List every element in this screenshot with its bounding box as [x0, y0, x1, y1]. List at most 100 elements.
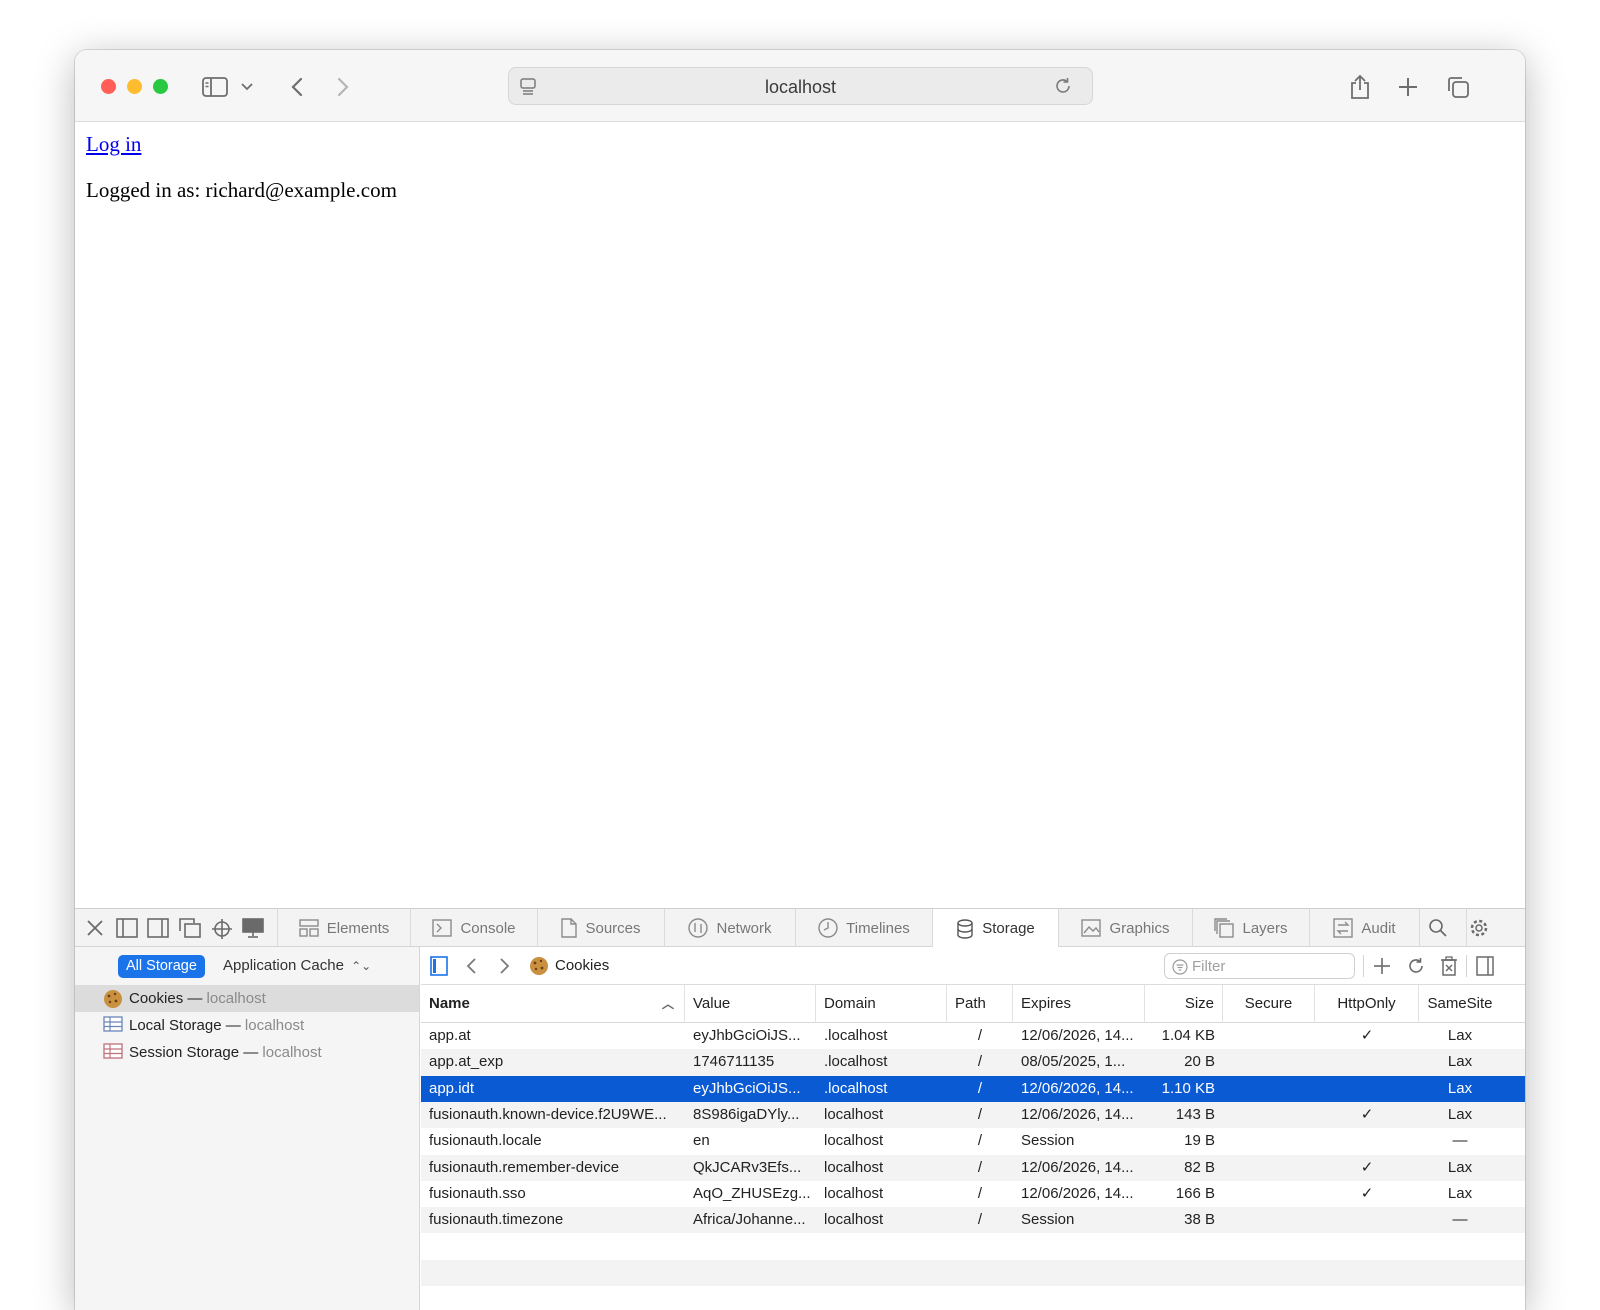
chevron-down-icon[interactable] — [235, 70, 259, 104]
tab-console[interactable]: Console — [411, 909, 538, 947]
toggle-navigation-sidebar-icon[interactable] — [430, 956, 452, 976]
tab-storage[interactable]: Storage — [933, 909, 1059, 948]
timelines-icon — [818, 918, 838, 938]
column-header-path[interactable]: Path — [947, 985, 1013, 1023]
cell-samesite: Lax — [1447, 1027, 1473, 1044]
tab-audit[interactable]: Audit — [1310, 909, 1420, 947]
tab-sources[interactable]: Sources — [538, 909, 665, 947]
cell-name: fusionauth.remember-device — [429, 1158, 620, 1176]
cell-path: / — [977, 1027, 983, 1044]
tab-timelines[interactable]: Timelines — [796, 909, 933, 947]
sidebar-item-local-storage[interactable]: Local Storage — localhost — [75, 1012, 419, 1039]
cell-samesite: Lax — [1447, 1158, 1473, 1176]
tab-label: Audit — [1361, 919, 1396, 937]
table-row[interactable]: app.idt eyJhbGciOiJS... .localhost / 12/06/2… — [421, 1075, 1525, 1102]
element-picker-icon[interactable] — [211, 918, 233, 939]
audit-icon — [1333, 918, 1354, 938]
cell-name: app.at_exp — [429, 1053, 504, 1071]
share-icon[interactable] — [1343, 70, 1377, 104]
gear-icon[interactable] — [1466, 909, 1488, 947]
tab-overview-icon[interactable] — [1441, 70, 1475, 104]
browser-window: localhost Log in Logged in as: richard@e… — [75, 50, 1525, 1310]
table-header: Name ︿ Value Domain Path Expires Size Sec… — [421, 985, 1525, 1023]
divider — [1363, 955, 1364, 977]
cell-httponly: ✓ — [1360, 1027, 1374, 1044]
cell-httponly: ✓ — [1360, 1105, 1374, 1123]
cell-httponly — [1315, 1207, 1419, 1233]
back-icon[interactable] — [280, 70, 314, 104]
table-icon — [103, 1016, 123, 1036]
tab-graphics[interactable]: Graphics — [1059, 909, 1193, 947]
column-header-samesite[interactable]: SameSite — [1419, 985, 1501, 1023]
back-icon[interactable] — [465, 956, 487, 976]
sidebar-item-session-storage[interactable]: Session Storage — localhost — [75, 1039, 419, 1066]
cell-samesite: Lax — [1447, 1053, 1473, 1071]
table-row[interactable]: fusionauth.locale en localhost / Session 19 B… — [421, 1128, 1525, 1154]
sidebar-item-cookies[interactable]: Cookies — localhost — [75, 985, 419, 1012]
cell-secure — [1223, 1076, 1315, 1102]
table-row[interactable]: fusionauth.timezone Africa/Johanne... loca… — [421, 1207, 1525, 1234]
close-inspector-icon[interactable] — [85, 918, 107, 938]
column-header-domain[interactable]: Domain — [816, 985, 947, 1023]
table-row[interactable]: fusionauth.known-device.f2U9WE... 8S986ig… — [421, 1101, 1525, 1129]
tab-label: Timelines — [846, 919, 910, 937]
search-icon[interactable] — [1428, 918, 1450, 938]
table-row[interactable]: fusionauth.remember-device QkJCARv3Efs...… — [421, 1154, 1525, 1181]
filter-field[interactable]: Filter — [1164, 953, 1355, 979]
refresh-icon[interactable] — [1406, 956, 1428, 976]
login-link[interactable]: Log in — [86, 132, 141, 157]
cell-size: 20 B — [1184, 1053, 1215, 1071]
column-header-value[interactable]: Value — [685, 985, 816, 1023]
cell-value: 8S986igaDYly... — [693, 1105, 800, 1123]
cell-name: fusionauth.sso — [429, 1184, 526, 1202]
new-tab-icon[interactable] — [1391, 70, 1425, 104]
column-header-name[interactable]: Name ︿ — [421, 985, 685, 1023]
sidebar-toggle-icon[interactable] — [198, 70, 232, 104]
reload-icon[interactable] — [1046, 69, 1080, 103]
cell-value: eyJhbGciOiJS... — [693, 1027, 801, 1044]
column-header-expires[interactable]: Expires — [1013, 985, 1145, 1023]
cell-name: app.at — [429, 1027, 471, 1044]
cell-domain: .localhost — [824, 1027, 888, 1044]
dock-right-icon[interactable] — [147, 918, 169, 938]
close-window-button[interactable] — [101, 79, 116, 94]
device-settings-icon[interactable] — [242, 918, 264, 938]
all-storage-button[interactable]: All Storage — [118, 955, 205, 978]
column-header-httponly[interactable]: HttpOnly — [1315, 985, 1419, 1023]
layers-icon — [1214, 918, 1235, 938]
column-label: SameSite — [1427, 995, 1493, 1012]
cell-size: 38 B — [1184, 1211, 1215, 1229]
cell-secure — [1223, 1207, 1315, 1233]
table-row[interactable]: fusionauth.sso AqO_ZHUSEzg... localhost / 12… — [421, 1181, 1525, 1207]
detach-window-icon[interactable] — [179, 918, 201, 938]
tab-network[interactable]: Network — [665, 909, 796, 947]
forward-icon[interactable] — [499, 956, 521, 976]
forward-icon[interactable] — [326, 70, 360, 104]
address-bar[interactable]: localhost — [508, 67, 1093, 105]
dock-left-icon[interactable] — [116, 918, 138, 938]
breadcrumb[interactable]: Cookies — [555, 957, 609, 974]
tab-elements[interactable]: Elements — [277, 909, 411, 947]
zoom-window-button[interactable] — [153, 79, 168, 94]
add-cookie-icon[interactable] — [1372, 956, 1394, 976]
updown-chevron-icon: ⌃⌄ — [351, 959, 372, 973]
filter-icon — [1172, 959, 1188, 975]
column-header-size[interactable]: Size — [1145, 985, 1223, 1023]
title-bar: localhost — [75, 50, 1525, 122]
toggle-details-sidebar-icon[interactable] — [1476, 956, 1498, 976]
tab-label: Network — [716, 919, 772, 937]
minimize-window-button[interactable] — [127, 79, 142, 94]
tab-layers[interactable]: Layers — [1193, 909, 1310, 947]
table-row[interactable]: app.at eyJhbGciOiJS... .localhost / 12/06/20… — [421, 1023, 1525, 1049]
column-label: Secure — [1244, 995, 1293, 1012]
clear-all-trash-icon[interactable] — [1440, 956, 1462, 976]
column-header-secure[interactable]: Secure — [1223, 985, 1315, 1023]
url-text[interactable]: localhost — [509, 77, 1092, 98]
cell-samesite: — — [1452, 1211, 1468, 1229]
tab-label: Elements — [326, 919, 390, 937]
table-row[interactable]: app.at_exp 1746711135 .localhost / 08/05/202… — [421, 1049, 1525, 1076]
cell-size: 82 B — [1184, 1158, 1215, 1176]
inspector-tab-bar: Elements Console Sources Network Timelin… — [75, 909, 1525, 948]
cell-httponly — [1315, 1076, 1419, 1102]
application-cache-dropdown[interactable]: Application Cache ⌃⌄ — [223, 957, 371, 974]
